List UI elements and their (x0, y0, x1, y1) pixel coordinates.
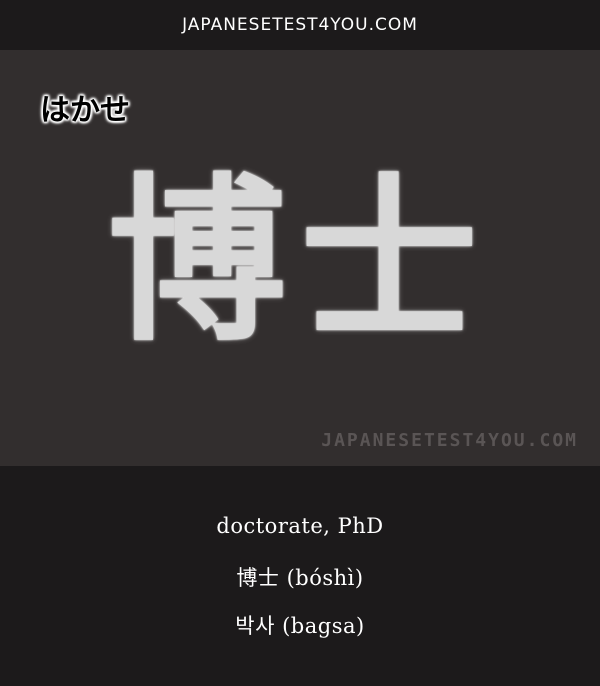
site-header: JAPANESETEST4YOU.COM (0, 0, 600, 50)
chinese-translation: 博士 (bóshì) (236, 566, 364, 590)
hiragana-reading: はかせ (40, 93, 130, 128)
flashcard: はかせ 博士 JAPANESETEST4YOU.COM (0, 50, 600, 466)
translation-panel: doctorate, PhD 博士 (bóshì) 박사 (bagsa) (0, 466, 600, 686)
kanji-word: 博士 (108, 158, 492, 365)
korean-translation: 박사 (bagsa) (235, 614, 365, 638)
english-meaning: doctorate, PhD (216, 514, 384, 538)
site-name[interactable]: JAPANESETEST4YOU.COM (182, 15, 418, 35)
watermark: JAPANESETEST4YOU.COM (321, 430, 578, 451)
